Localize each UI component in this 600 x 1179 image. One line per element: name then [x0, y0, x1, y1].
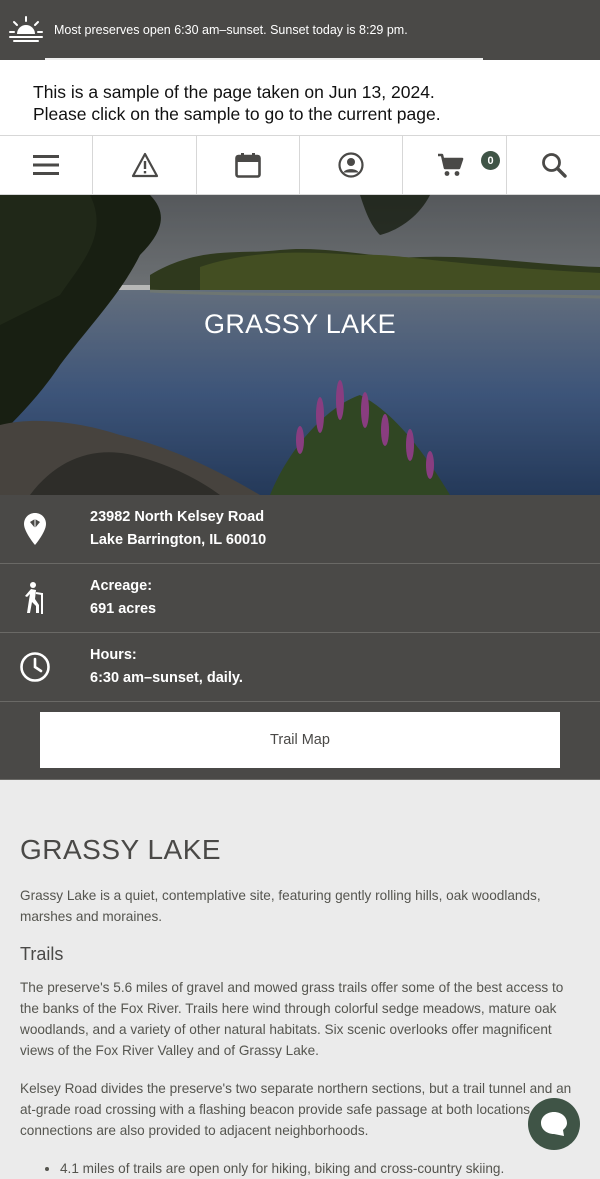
- notice-line-1: This is a sample of the page taken on Ju…: [33, 82, 435, 102]
- cart-count-badge: 0: [481, 151, 500, 170]
- cart-button[interactable]: 0: [403, 136, 507, 194]
- cart-icon: [437, 153, 463, 176]
- alerts-button[interactable]: [93, 136, 197, 194]
- account-icon: [338, 152, 364, 178]
- intro-paragraph: Grassy Lake is a quiet, contemplative si…: [20, 888, 541, 924]
- account-button[interactable]: [300, 136, 403, 194]
- chat-button[interactable]: [528, 1098, 580, 1150]
- main-content: GRASSY LAKE Grassy Lake is a quiet, cont…: [0, 780, 600, 1179]
- trails-list: 4.1 miles of trails are open only for hi…: [20, 1158, 580, 1179]
- trail-map-wrapper: Trail Map: [0, 702, 600, 780]
- trails-paragraph-2: Kelsey Road divides the preserve's two s…: [20, 1081, 572, 1138]
- address-row[interactable]: 23982 North Kelsey Road Lake Barrington,…: [0, 495, 600, 564]
- address-line-1: 23982 North Kelsey Road: [90, 508, 265, 525]
- acreage-value: 691 acres: [90, 601, 157, 617]
- calendar-icon: [235, 153, 261, 178]
- hours-label: Hours:: [90, 646, 137, 663]
- hiker-icon: [25, 582, 43, 614]
- address-line-2: Lake Barrington, IL 60010: [90, 532, 267, 548]
- notice-line-2: Please click on the sample to go to the …: [33, 104, 441, 124]
- trails-paragraph-1: The preserve's 5.6 miles of gravel and m…: [20, 980, 564, 1058]
- preserve-info-panel: 23982 North Kelsey Road Lake Barrington,…: [0, 495, 600, 780]
- announcement-text: Most preserves open 6:30 am–sunset. Suns…: [54, 23, 408, 37]
- archive-notice[interactable]: This is a sample of the page taken on Ju…: [0, 60, 600, 135]
- acreage-label: Acreage:: [90, 577, 153, 594]
- clock-icon: [20, 652, 50, 682]
- list-item: 4.1 miles of trails are open only for hi…: [60, 1158, 580, 1179]
- page-title: GRASSY LAKE: [20, 834, 222, 865]
- announcement-bar: Most preserves open 6:30 am–sunset. Suns…: [0, 0, 600, 60]
- map-pin-icon: [24, 513, 46, 545]
- announcement-underline: [45, 58, 483, 60]
- search-button[interactable]: [507, 136, 600, 194]
- trails-heading: Trails: [20, 944, 64, 964]
- alert-icon: [131, 152, 158, 178]
- sunset-icon: [9, 16, 43, 42]
- hours-row: Hours: 6:30 am–sunset, daily.: [0, 633, 600, 702]
- search-icon: [541, 153, 567, 178]
- trail-map-button[interactable]: Trail Map: [40, 712, 560, 768]
- hero-lake-image: [0, 195, 600, 495]
- main-nav: 0: [0, 135, 600, 195]
- hero-title: GRASSY LAKE: [204, 309, 396, 339]
- hours-value: 6:30 am–sunset, daily.: [90, 670, 243, 686]
- chat-bubble-icon: [541, 1112, 567, 1136]
- calendar-button[interactable]: [197, 136, 300, 194]
- hero-banner: GRASSY LAKE: [0, 195, 600, 495]
- acreage-row: Acreage: 691 acres: [0, 564, 600, 633]
- menu-icon: [33, 155, 59, 175]
- trail-map-label: Trail Map: [270, 732, 330, 748]
- menu-button[interactable]: [0, 136, 93, 194]
